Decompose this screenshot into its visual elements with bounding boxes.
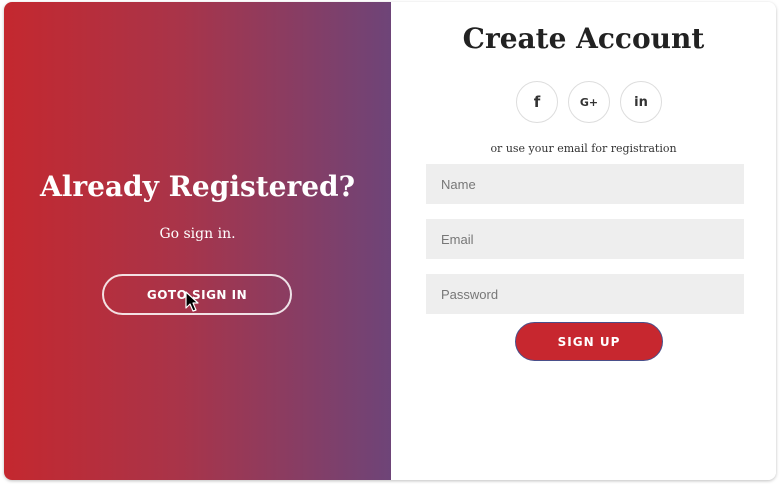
name-field[interactable] xyxy=(426,164,744,204)
signup-card: Already Registered? Go sign in. GOTO SIG… xyxy=(4,2,776,480)
linkedin-icon: in xyxy=(634,94,648,110)
linkedin-button[interactable]: in xyxy=(620,81,662,123)
google-plus-button[interactable]: G+ xyxy=(568,81,610,123)
form-title: Create Account xyxy=(462,22,705,55)
facebook-button[interactable]: f xyxy=(516,81,558,123)
social-login-row: f G+ in xyxy=(391,81,776,123)
google-plus-icon: G+ xyxy=(579,95,599,109)
registration-hint: or use your email for registration xyxy=(490,142,677,155)
password-field[interactable] xyxy=(426,274,744,314)
overlay-panel: Already Registered? Go sign in. GOTO SIG… xyxy=(4,2,391,480)
overlay-text: Go sign in. xyxy=(159,226,236,242)
mouse-cursor-icon xyxy=(185,291,199,312)
overlay-title: Already Registered? xyxy=(39,170,356,203)
email-field[interactable] xyxy=(426,219,744,259)
sign-up-button[interactable]: SIGN UP xyxy=(515,322,663,361)
facebook-icon: f xyxy=(533,93,541,111)
form-panel: Create Account f G+ in or use your email… xyxy=(391,2,776,480)
